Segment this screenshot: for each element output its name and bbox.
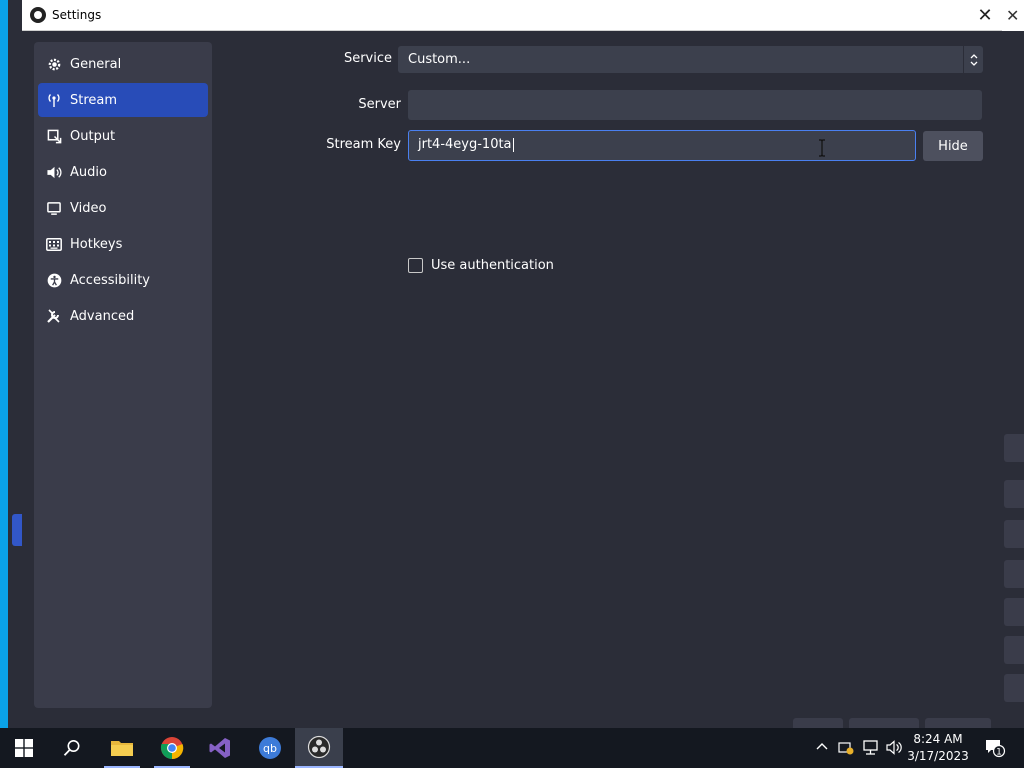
volume-icon[interactable] <box>886 740 903 759</box>
sidebar-item-output[interactable]: Output <box>38 119 208 153</box>
output-icon <box>46 128 62 144</box>
taskbar: qb 8:24 AM 3/17/2023 1 <box>0 728 1024 768</box>
search-button[interactable] <box>48 728 96 768</box>
sidebar-item-label: Advanced <box>70 308 135 324</box>
background-title-right: ✕ <box>1002 0 1024 31</box>
background-window-edge <box>8 0 22 728</box>
background-control <box>1004 480 1024 508</box>
use-authentication-label: Use authentication <box>431 258 554 273</box>
server-input[interactable] <box>408 90 982 120</box>
service-value: Custom... <box>408 52 471 67</box>
stream-key-label: Stream Key <box>326 137 401 152</box>
notification-center-icon[interactable]: 1 <box>984 738 1006 762</box>
sidebar-item-stream[interactable]: Stream <box>38 83 208 117</box>
security-tray-icon[interactable] <box>838 740 855 759</box>
ibeam-cursor-icon <box>818 139 826 157</box>
visual-studio-button[interactable] <box>196 728 244 768</box>
obs-button[interactable] <box>295 728 343 768</box>
chrome-icon <box>160 737 184 760</box>
obs-icon <box>307 735 331 759</box>
search-icon <box>63 740 80 756</box>
chrome-button[interactable] <box>148 728 196 768</box>
sidebar-item-video[interactable]: Video <box>38 191 208 225</box>
sidebar-item-label: Hotkeys <box>70 236 123 252</box>
sidebar-item-label: Output <box>70 128 116 144</box>
wrench-icon <box>46 308 62 324</box>
sidebar-item-accessibility[interactable]: Accessibility <box>38 263 208 297</box>
service-label: Service <box>343 51 392 66</box>
folder-icon <box>111 741 133 756</box>
windows-logo-icon <box>15 739 33 757</box>
clock-time[interactable]: 8:24 AM <box>902 732 974 746</box>
speaker-icon <box>46 164 62 180</box>
hide-key-button[interactable]: Hide <box>923 131 983 161</box>
notification-count: 1 <box>996 748 1002 758</box>
background-control <box>1004 674 1024 702</box>
background-close-icon: ✕ <box>1006 6 1020 25</box>
visual-studio-icon <box>209 738 230 758</box>
monitor-icon <box>46 200 62 216</box>
show-hidden-icons-chevron-icon[interactable] <box>816 740 828 755</box>
stream-key-value: jrt4-4eyg-10ta <box>418 137 512 152</box>
settings-sidebar: General Stream Output Audio Video Hotkey… <box>34 42 212 708</box>
accessibility-icon <box>46 272 62 288</box>
file-explorer-button[interactable] <box>98 728 146 768</box>
qbittorrent-button[interactable]: qb <box>246 728 294 768</box>
sidebar-item-label: Video <box>70 200 107 216</box>
updown-arrows-icon <box>963 46 983 73</box>
svg-text:qb: qb <box>263 742 277 755</box>
stream-key-input[interactable]: jrt4-4eyg-10ta <box>408 130 916 161</box>
service-dropdown[interactable]: Custom... <box>398 46 983 73</box>
close-button[interactable]: ✕ <box>972 2 998 28</box>
network-icon[interactable] <box>862 740 879 759</box>
start-button[interactable] <box>0 728 48 768</box>
background-control <box>1004 636 1024 664</box>
server-label: Server <box>358 97 401 112</box>
window-title: Settings <box>52 8 102 22</box>
sidebar-item-advanced[interactable]: Advanced <box>38 299 208 333</box>
sidebar-item-label: Stream <box>70 92 118 108</box>
sidebar-item-label: Accessibility <box>70 272 150 288</box>
sidebar-item-label: Audio <box>70 164 107 180</box>
qbittorrent-icon: qb <box>259 737 281 759</box>
clock-date[interactable]: 3/17/2023 <box>902 749 974 763</box>
text-caret <box>512 137 514 152</box>
use-authentication-checkbox[interactable] <box>408 258 423 273</box>
sidebar-item-general[interactable]: General <box>38 47 208 81</box>
sidebar-item-label: General <box>70 56 122 72</box>
title-bar: Settings ✕ <box>22 0 1002 31</box>
background-gear-button <box>1004 598 1024 626</box>
background-control <box>1004 434 1024 462</box>
antenna-icon <box>46 92 62 108</box>
background-selected-item <box>12 514 22 546</box>
gear-icon <box>46 56 62 72</box>
keyboard-icon <box>46 236 62 252</box>
sidebar-item-hotkeys[interactable]: Hotkeys <box>38 227 208 261</box>
sidebar-item-audio[interactable]: Audio <box>38 155 208 189</box>
desktop-edge <box>0 0 8 728</box>
obs-logo-icon <box>30 7 46 23</box>
background-control <box>1004 560 1024 588</box>
background-control <box>1004 520 1024 548</box>
